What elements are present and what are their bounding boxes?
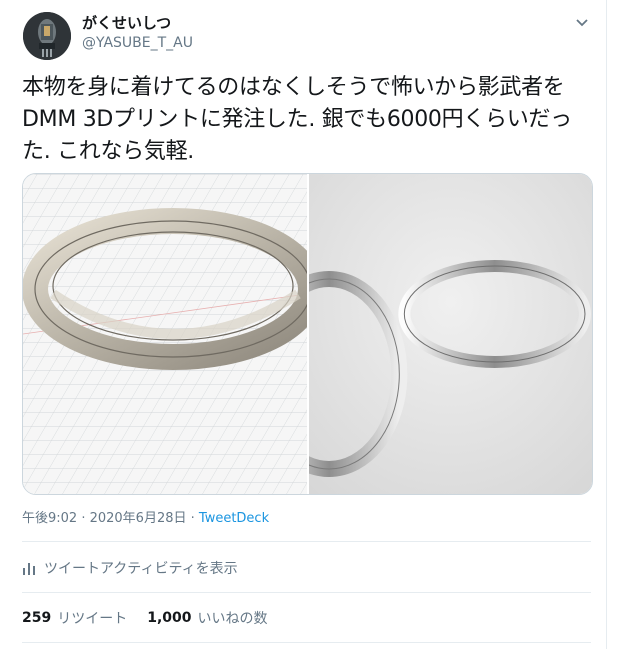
tweet-metadata: 午後9:02 · 2020年6月28日 · TweetDeck bbox=[22, 510, 269, 528]
retweets-count: 259 bbox=[22, 610, 52, 626]
tweet-source-link[interactable]: TweetDeck bbox=[199, 511, 269, 526]
activity-label: ツイートアクティビティを表示 bbox=[44, 561, 238, 577]
retweets-label: リツイート bbox=[57, 611, 128, 627]
media-image-silver-rings[interactable] bbox=[309, 174, 592, 494]
divider bbox=[22, 592, 591, 593]
likes-stat[interactable]: 1,000 いいねの数 bbox=[147, 608, 267, 628]
tweet-stats: 259 リツイート 1,000 いいねの数 bbox=[22, 608, 288, 628]
divider bbox=[22, 642, 591, 643]
media-image-cad-render[interactable] bbox=[23, 174, 307, 494]
tweet-timestamp[interactable]: 午後9:02 · 2020年6月28日 bbox=[22, 511, 187, 526]
bar-chart-icon bbox=[23, 563, 35, 575]
vacuum-tube-icon bbox=[23, 12, 71, 60]
avatar[interactable] bbox=[23, 12, 71, 60]
meta-separator: · bbox=[186, 511, 199, 526]
tweet-media[interactable] bbox=[22, 173, 593, 495]
chevron-down-icon[interactable] bbox=[572, 12, 592, 32]
tweet-text: 本物を身に着けてるのはなくしそうで怖いから影武者をDMM 3Dプリントに発注した… bbox=[22, 75, 572, 164]
likes-count: 1,000 bbox=[147, 610, 192, 626]
user-handle[interactable]: @YASUBE_T_AU bbox=[82, 34, 193, 52]
tweet-card: がくせいしつ @YASUBE_T_AU 本物を身に着けてるのはなくしそうで怖いか… bbox=[0, 0, 607, 649]
display-name[interactable]: がくせいしつ bbox=[82, 13, 171, 33]
likes-label: いいねの数 bbox=[197, 611, 268, 627]
divider bbox=[22, 541, 591, 542]
retweets-stat[interactable]: 259 リツイート bbox=[22, 608, 127, 628]
tweet-activity-link[interactable]: ツイートアクティビティを表示 bbox=[22, 558, 238, 578]
